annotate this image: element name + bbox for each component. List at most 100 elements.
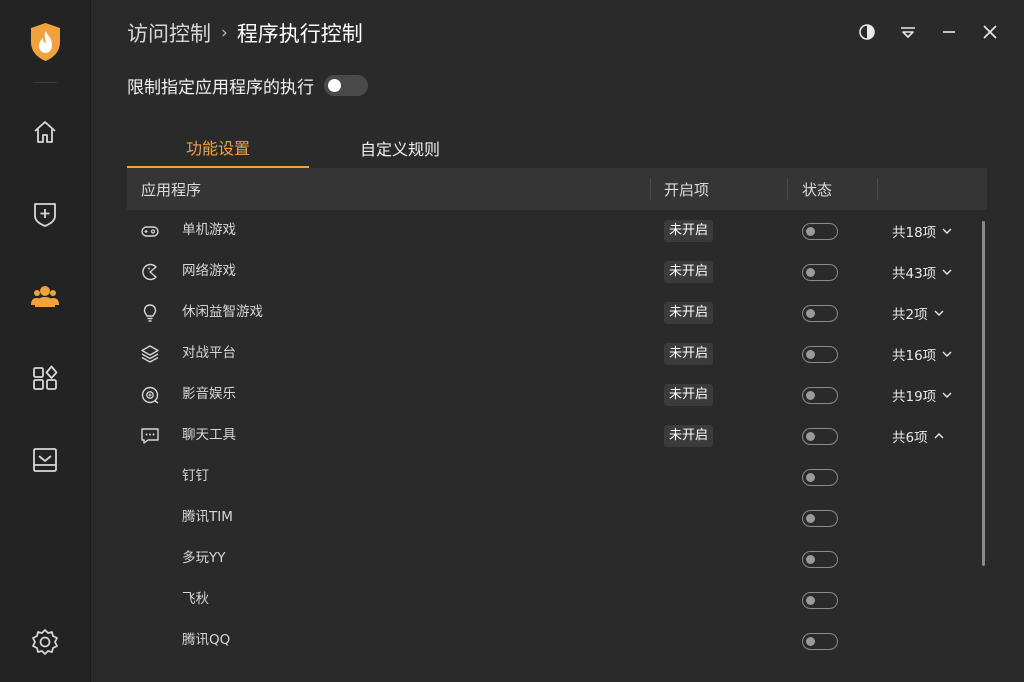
home-icon: [34, 121, 56, 143]
app-name: 腾讯QQ: [182, 632, 231, 648]
sidebar-divider: [33, 82, 57, 83]
category-toggle[interactable]: [802, 387, 838, 404]
category-name: 对战平台: [182, 345, 236, 361]
minimize-button[interactable]: [937, 20, 961, 44]
sidebar-item-apps[interactable]: [25, 358, 65, 398]
table-body: 单机游戏 未开启 共18项 网络游戏 未开启 共43项 休闲益智游戏 未开启 共…: [127, 210, 987, 682]
close-icon: [983, 25, 997, 39]
item-count: 共18项: [892, 225, 937, 241]
tab-custom-rules[interactable]: 自定义规则: [309, 128, 491, 168]
column-divider: [650, 178, 651, 200]
enabled-status-badge: 未开启: [664, 261, 714, 283]
sidebar: [0, 0, 91, 682]
master-setting-label: 限制指定应用程序的执行: [127, 77, 314, 98]
table-row: 聊天工具 未开启 共6项: [127, 415, 987, 456]
breadcrumb-parent[interactable]: 访问控制: [127, 18, 211, 48]
app-name: 钉钉: [182, 468, 209, 484]
item-count: 共2项: [892, 307, 928, 323]
app-toggle[interactable]: [802, 592, 838, 609]
list-item: 腾讯QQ: [127, 620, 987, 661]
table-header: 应用程序 开启项 状态: [127, 168, 987, 210]
breadcrumb-separator: ›: [221, 23, 228, 43]
column-header-application: 应用程序: [141, 180, 202, 199]
lightbulb-icon: [139, 302, 161, 324]
dropdown-menu-icon: [901, 27, 915, 38]
tab-feature-settings[interactable]: 功能设置: [127, 128, 309, 168]
enabled-status-badge: 未开启: [664, 302, 714, 324]
chevron-down-icon: [942, 269, 952, 275]
apps-icon: [33, 365, 58, 390]
chat-icon: [139, 425, 161, 447]
chevron-down-icon: [942, 351, 952, 357]
layers-icon: [139, 343, 161, 365]
item-count: 共43项: [892, 266, 937, 282]
category-toggle[interactable]: [802, 346, 838, 363]
contrast-icon: [859, 24, 875, 40]
table-row: 网络游戏 未开启 共43项: [127, 251, 987, 292]
sidebar-item-tray[interactable]: [25, 440, 65, 480]
gamepad-icon: [139, 220, 161, 242]
column-header-enabled-items: 开启项: [664, 180, 710, 199]
minimize-icon: [943, 31, 955, 33]
app-name: 腾讯TIM: [182, 509, 233, 525]
media-icon: [139, 384, 161, 406]
app-name: 飞秋: [182, 591, 209, 607]
pacman-icon: [139, 261, 161, 283]
item-count: 共6项: [892, 430, 928, 446]
sidebar-item-settings[interactable]: [25, 622, 65, 662]
expand-button[interactable]: 共2项: [892, 302, 945, 324]
item-count: 共19项: [892, 389, 937, 405]
master-setting-toggle[interactable]: [324, 74, 368, 96]
expand-button[interactable]: 共43项: [892, 261, 953, 283]
sidebar-item-home[interactable]: [25, 112, 65, 152]
app-toggle[interactable]: [802, 633, 838, 650]
category-toggle[interactable]: [802, 428, 838, 445]
sidebar-item-access-control[interactable]: [25, 276, 65, 316]
app-toggle[interactable]: [802, 551, 838, 568]
page-title: 程序执行控制: [236, 22, 363, 46]
app-window: 访问控制 › 程序执行控制 限制指定应用程序的执行 功能设置 自定义规则 应用程…: [0, 0, 1024, 682]
category-name: 休闲益智游戏: [182, 304, 263, 320]
tab-bar: 功能设置 自定义规则: [127, 128, 987, 168]
category-name: 网络游戏: [182, 263, 236, 279]
category-name: 影音娱乐: [182, 386, 236, 402]
menu-button[interactable]: [896, 20, 920, 44]
enabled-status-badge: 未开启: [664, 384, 714, 406]
column-divider: [877, 178, 878, 200]
users-icon: [31, 286, 59, 307]
category-name: 单机游戏: [182, 222, 236, 238]
enabled-status-badge: 未开启: [664, 343, 714, 365]
chevron-down-icon: [934, 310, 944, 316]
theme-button[interactable]: [855, 20, 879, 44]
expand-button[interactable]: 共16项: [892, 343, 953, 365]
list-item: 多玩YY: [127, 538, 987, 579]
collapse-button[interactable]: 共6项: [892, 425, 945, 447]
app-toggle[interactable]: [802, 469, 838, 486]
item-count: 共16项: [892, 348, 937, 364]
category-toggle[interactable]: [802, 264, 838, 281]
vertical-scrollbar[interactable]: [982, 221, 985, 566]
category-toggle[interactable]: [802, 305, 838, 322]
app-toggle[interactable]: [802, 510, 838, 527]
sidebar-item-protection[interactable]: [25, 194, 65, 234]
list-item: 飞秋: [127, 579, 987, 620]
category-name: 聊天工具: [182, 427, 236, 443]
expand-button[interactable]: 共19项: [892, 384, 953, 406]
column-header-status: 状态: [802, 180, 833, 199]
app-name: 多玩YY: [182, 550, 226, 566]
enabled-status-badge: 未开启: [664, 220, 714, 242]
breadcrumb: 访问控制 › 程序执行控制: [127, 18, 363, 48]
category-toggle[interactable]: [802, 223, 838, 240]
app-logo-icon: [29, 22, 62, 62]
chevron-up-icon: [934, 433, 944, 439]
list-item: 钉钉: [127, 456, 987, 497]
table-row: 休闲益智游戏 未开启 共2项: [127, 292, 987, 333]
list-item: 腾讯TIM: [127, 497, 987, 538]
chevron-down-icon: [942, 228, 952, 234]
table-row: 单机游戏 未开启 共18项: [127, 210, 987, 251]
close-button[interactable]: [978, 20, 1002, 44]
settings-icon: [32, 629, 58, 655]
tray-icon: [33, 448, 57, 472]
expand-button[interactable]: 共18项: [892, 220, 953, 242]
master-setting: 限制指定应用程序的执行: [127, 72, 368, 98]
